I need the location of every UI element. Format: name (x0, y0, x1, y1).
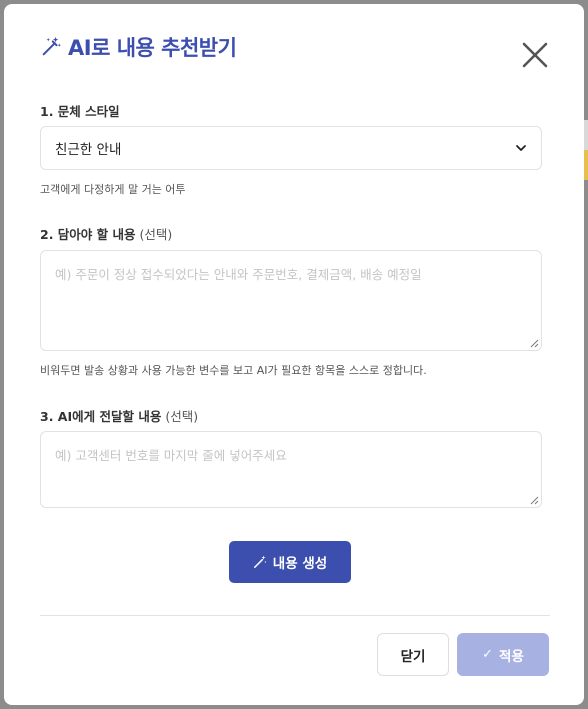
message-label: 3. AI에게 전달할 내용 (선택) (40, 406, 198, 425)
message-optional-tag: (선택) (165, 409, 199, 424)
generate-button-label: 내용 생성 (272, 556, 328, 572)
content-label: 2. 담아야 할 내용 (선택) (40, 224, 172, 243)
magic-wand-icon (253, 555, 267, 569)
apply-button[interactable]: ✓ 적용 (457, 633, 549, 676)
footer-divider (40, 615, 550, 616)
close-button[interactable]: 닫기 (377, 633, 449, 676)
ai-recommend-modal: AI로 내용 추천받기 1. 문체 스타일 친근한 안내 고객에게 다정하게 말… (4, 4, 584, 705)
apply-button-label: 적용 (499, 648, 524, 665)
check-icon: ✓ (482, 647, 494, 662)
style-label: 1. 문체 스타일 (40, 101, 120, 120)
close-icon[interactable] (520, 40, 550, 70)
style-select-value: 친근한 안내 (55, 142, 122, 158)
magic-wand-icon (42, 36, 62, 56)
message-textarea[interactable]: 예) 고객센터 번호를 마지막 줄에 넣어주세요 (40, 431, 542, 508)
message-placeholder: 예) 고객센터 번호를 마지막 줄에 넣어주세요 (55, 448, 287, 463)
resize-grip-icon[interactable] (530, 339, 539, 348)
message-label-text: 3. AI에게 전달할 내용 (40, 409, 162, 424)
style-select[interactable]: 친근한 안내 (40, 126, 542, 170)
style-help-text: 고객에게 다정하게 말 거는 어투 (40, 183, 186, 196)
close-button-label: 닫기 (400, 648, 426, 665)
content-placeholder: 예) 주문이 정상 접수되었다는 안내와 주문번호, 결제금액, 배송 예정일 (55, 267, 422, 282)
resize-grip-icon[interactable] (530, 496, 539, 505)
generate-button[interactable]: 내용 생성 (229, 541, 351, 583)
content-help-text: 비워두면 발송 상황과 사용 가능한 변수를 보고 AI가 필요한 항목을 스스… (40, 364, 427, 377)
style-label-text: 1. 문체 스타일 (40, 104, 120, 119)
content-optional-tag: (선택) (139, 227, 173, 242)
chevron-down-icon (516, 145, 526, 151)
modal-title: AI로 내용 추천받기 (68, 36, 237, 60)
modal-header: AI로 내용 추천받기 (40, 32, 237, 62)
content-label-text: 2. 담아야 할 내용 (40, 227, 136, 242)
content-textarea[interactable]: 예) 주문이 정상 접수되었다는 안내와 주문번호, 결제금액, 배송 예정일 (40, 250, 542, 351)
